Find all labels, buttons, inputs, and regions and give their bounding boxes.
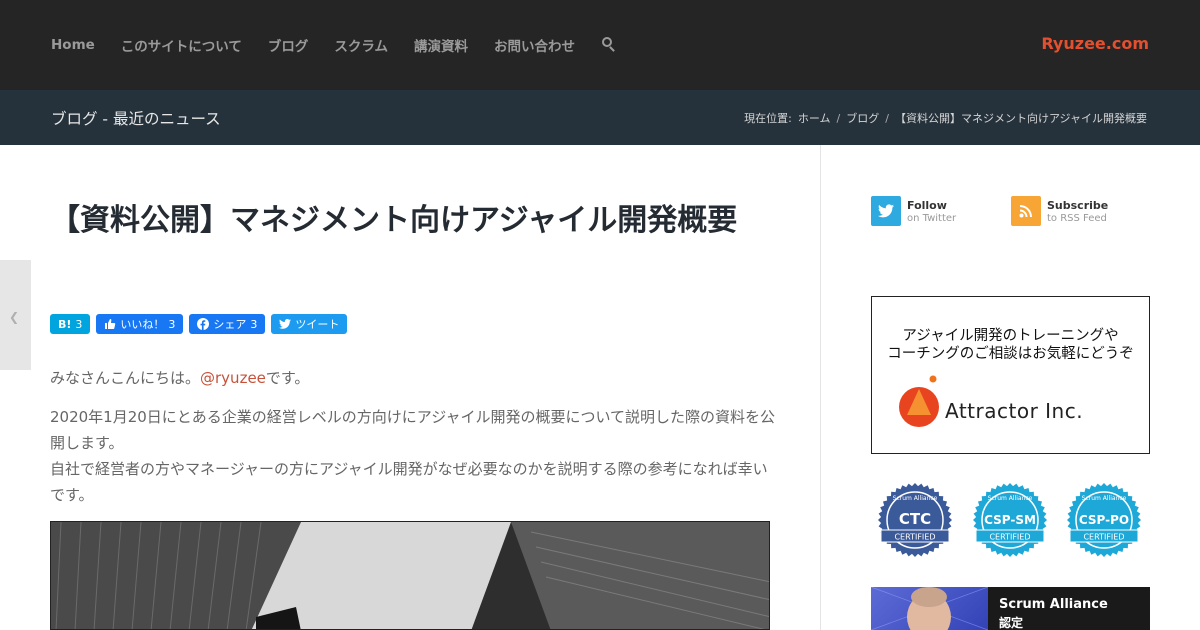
post-title: 【資料公開】マネジメント向けアジャイル開発概要 (50, 203, 738, 238)
main-nav: Home このサイトについて ブログ スクラム 講演資料 お問い合わせ (51, 0, 617, 90)
intro-line-2: 自社で経営者の方やマネージャーの方にアジャイル開発がなぜ必要なのかを説明する際の… (50, 460, 768, 504)
greeting-suffix: です。 (265, 369, 310, 387)
attractor-ad-banner[interactable]: アジャイル開発のトレーニングや コーチングのご相談はお気軽にどうぞ Attrac… (871, 296, 1150, 454)
hatena-count: 3 (75, 317, 83, 331)
mention-link[interactable]: @ryuzee (200, 369, 266, 387)
rss-subscribe-link[interactable]: Subscribe to RSS Feed (1011, 196, 1108, 226)
cert-badge-csp-sm: Scrum Alliance CSP-SM CERTIFIED (973, 483, 1047, 557)
scrum-certification-badges: Scrum Alliance CTC CERTIFIED Scrum Alliance… (871, 480, 1150, 562)
tweet-button[interactable]: ツイート (271, 314, 348, 334)
hatena-icon: B! (58, 317, 72, 331)
thumbs-up-icon (105, 319, 116, 329)
breadcrumb-home[interactable]: ホーム (798, 110, 831, 126)
breadcrumb-prefix: 現在位置: (744, 112, 792, 125)
badge-bottom-text: CERTIFIED (1083, 533, 1124, 542)
site-brand-link[interactable]: Ryuzee.com (1041, 34, 1149, 53)
cert-line-1: Scrum Alliance (999, 597, 1108, 612)
like-count: 3 (168, 317, 176, 331)
trainer-photo (871, 587, 989, 630)
badge-top-text: Scrum Alliance (1082, 495, 1127, 502)
share-label: シェア (213, 318, 247, 331)
ad-line-2: コーチングのご相談はお気軽にどうぞ (887, 346, 1134, 362)
breadcrumb-current[interactable]: 【資料公開】マネジメント向けアジャイル開発概要 (895, 110, 1147, 126)
page-title-bar: ブログ - 最近のニュース 現在位置: ホーム / ブログ / 【資料公開】マネ… (0, 90, 1200, 145)
rss-subscribe-label: Subscribe (1047, 198, 1109, 212)
like-label: いいね！ (120, 318, 165, 331)
rss-subscribe-sub: to RSS Feed (1047, 212, 1107, 224)
attractor-logo-icon (899, 375, 939, 427)
badge-main-text: CSP-PO (1079, 513, 1129, 527)
facebook-icon (197, 318, 210, 330)
facebook-share-button[interactable]: シェア 3 (189, 314, 266, 334)
twitter-icon (871, 196, 901, 226)
twitter-follow-link[interactable]: Follow on Twitter (871, 196, 956, 226)
top-navigation-bar: Home このサイトについて ブログ スクラム 講演資料 お問い合わせ Ryuz… (0, 0, 1200, 90)
intro-paragraph: 2020年1月20日にとある企業の経営レベルの方向けにアジャイル開発の概要につい… (50, 404, 775, 508)
nav-home[interactable]: Home (51, 37, 95, 53)
search-icon[interactable] (601, 37, 617, 53)
ad-company-name: Attractor Inc. (945, 399, 1084, 423)
breadcrumb: 現在位置: ホーム / ブログ / 【資料公開】マネジメント向けアジャイル開発概… (744, 110, 1147, 126)
badge-main-text: CTC (899, 510, 931, 528)
tweet-label: ツイート (295, 318, 340, 331)
cert-line-2: 認定 (999, 616, 1024, 630)
nav-blog[interactable]: ブログ (268, 35, 309, 55)
badge-top-text: Scrum Alliance (893, 495, 938, 502)
twitter-icon (279, 319, 292, 329)
share-buttons: B! 3 いいね！ 3 シェア 3 ツイート (50, 314, 348, 334)
cert-badge-csp-po: Scrum Alliance CSP-PO CERTIFIED (1067, 483, 1141, 557)
rss-icon (1011, 196, 1041, 226)
nav-about[interactable]: このサイトについて (121, 35, 242, 55)
nav-talks[interactable]: 講演資料 (414, 35, 468, 55)
section-title: ブログ - 最近のニュース (51, 110, 221, 128)
nav-contact[interactable]: お問い合わせ (494, 35, 575, 55)
twitter-follow-label: Follow (907, 198, 947, 212)
badge-bottom-text: CERTIFIED (894, 533, 935, 542)
ad-line-1: アジャイル開発のトレーニングや (902, 328, 1119, 344)
greeting-paragraph: みなさんこんにちは。@ryuzeeです。 (50, 365, 775, 391)
breadcrumb-separator: / (836, 111, 841, 125)
badge-top-text: Scrum Alliance (988, 495, 1033, 502)
facebook-like-button[interactable]: いいね！ 3 (96, 314, 184, 334)
breadcrumb-blog[interactable]: ブログ (846, 110, 879, 126)
scrum-alliance-cert-banner[interactable]: Scrum Alliance 認定 (871, 587, 1150, 630)
previous-post-tab[interactable]: ❮ (0, 260, 31, 370)
chevron-left-icon: ❮ (9, 310, 20, 324)
intro-line-1: 2020年1月20日にとある企業の経営レベルの方向けにアジャイル開発の概要につい… (50, 408, 776, 452)
cert-badge-ctc: Scrum Alliance CTC CERTIFIED (878, 483, 952, 557)
twitter-follow-sub: on Twitter (907, 212, 957, 224)
nav-scrum[interactable]: スクラム (334, 35, 388, 55)
ad-text: アジャイル開発のトレーニングや コーチングのご相談はお気軽にどうぞ (872, 327, 1149, 363)
breadcrumb-separator: / (885, 111, 889, 125)
hatena-bookmark-button[interactable]: B! 3 (50, 314, 91, 334)
sidebar-divider (820, 145, 821, 630)
badge-main-text: CSP-SM (984, 513, 1036, 527)
badge-bottom-text: CERTIFIED (989, 533, 1030, 542)
post-hero-image (50, 521, 770, 630)
greeting-text: みなさんこんにちは。 (50, 369, 201, 387)
share-count: 3 (250, 317, 258, 331)
